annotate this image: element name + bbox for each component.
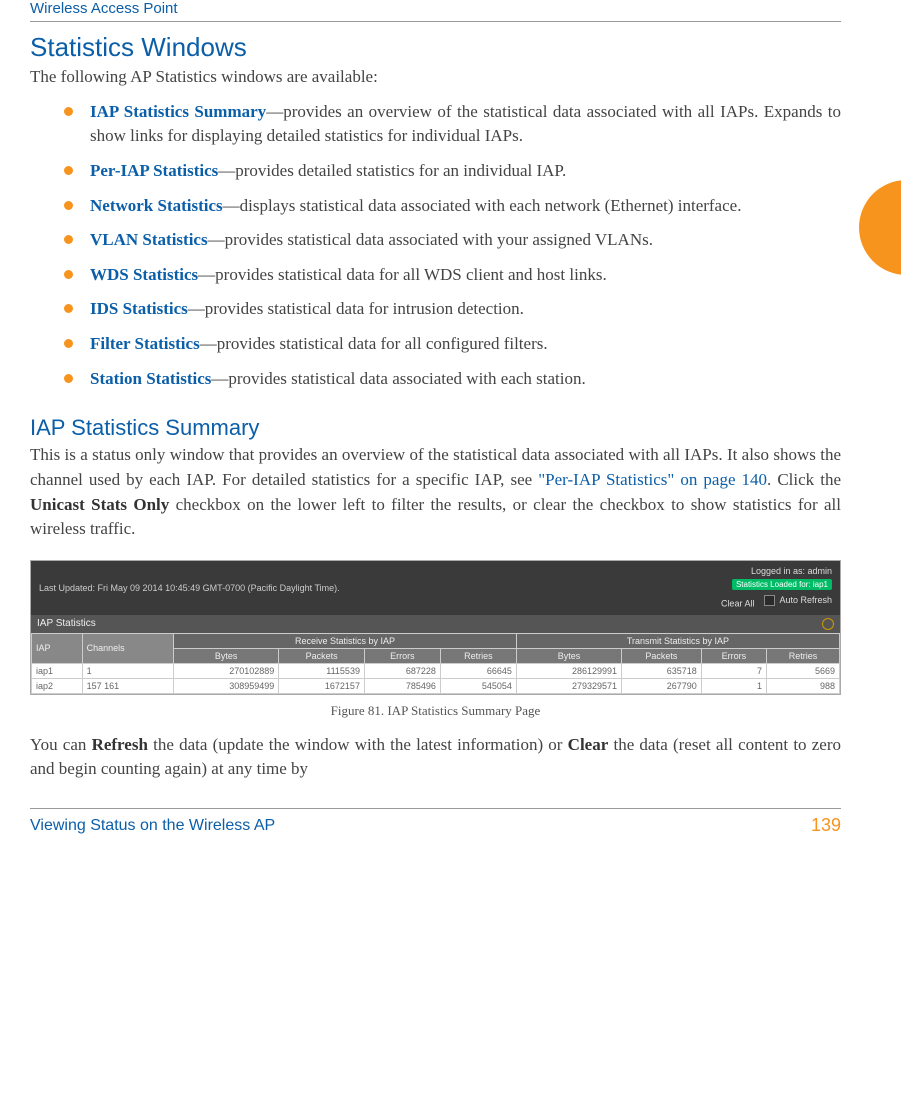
cell: 157 161 [82,678,173,693]
list-item: IDS Statistics—provides statistical data… [64,297,841,322]
col-channels: Channels [82,633,173,663]
para-text: . Click the [767,470,841,489]
cell: 267790 [622,678,702,693]
cell: 687228 [364,663,440,678]
bullet-rest: —provides statistical data associated wi… [211,369,585,388]
bullet-term: Filter Statistics [90,334,200,353]
cell: 1 [701,678,766,693]
cell: 308959499 [174,678,279,693]
cell: 66645 [440,663,516,678]
section-title: Statistics Windows [30,32,841,63]
cell: 279329571 [516,678,621,693]
bullet-term: Network Statistics [90,196,223,215]
closing-paragraph: You can Refresh the data (update the win… [30,733,841,782]
col-retries: Retries [766,648,839,663]
bullet-term: WDS Statistics [90,265,198,284]
col-packets: Packets [622,648,702,663]
list-item: VLAN Statistics—provides statistical dat… [64,228,841,253]
bullet-term: Per-IAP Statistics [90,161,218,180]
cell: 5669 [766,663,839,678]
clear-all-button[interactable]: Clear All [721,598,755,608]
cell: 270102889 [174,663,279,678]
bullet-rest: —provides detailed statistics for an ind… [218,161,566,180]
para-text: the data (update the window with the lat… [148,735,568,754]
para-text: You can [30,735,92,754]
cell: 785496 [364,678,440,693]
col-bytes: Bytes [174,648,279,663]
cell: iap1 [32,663,83,678]
cell: iap2 [32,678,83,693]
bullet-term: IAP Statistics Summary [90,102,266,121]
cell: 635718 [622,663,702,678]
bullet-rest: —provides statistical data for intrusion… [188,299,524,318]
col-group-tx: Transmit Statistics by IAP [516,633,839,648]
bold-term: Clear [568,735,609,754]
subsection-paragraph: This is a status only window that provid… [30,443,841,542]
cell: 7 [701,663,766,678]
stats-table: IAP Channels Receive Statistics by IAP T… [31,633,840,694]
panel-title: IAP Statistics [37,618,96,629]
col-errors: Errors [364,648,440,663]
list-item: WDS Statistics—provides statistical data… [64,263,841,288]
bullet-list: IAP Statistics Summary—provides an overv… [30,100,841,392]
page-footer: Viewing Status on the Wireless AP 139 [30,808,841,836]
col-bytes: Bytes [516,648,621,663]
cell: 1672157 [279,678,365,693]
logged-in-label: Logged in as: admin [721,565,832,579]
page-header: Wireless Access Point [30,0,841,22]
bold-term: Refresh [92,735,148,754]
bullet-rest: —provides statistical data associated wi… [208,230,653,249]
list-item: Station Statistics—provides statistical … [64,367,841,392]
bold-term: Unicast Stats Only [30,495,169,514]
list-item: Network Statistics—displays statistical … [64,194,841,219]
page-number: 139 [811,815,841,836]
bullet-rest: —displays statistical data associated wi… [223,196,742,215]
subsection-title: IAP Statistics Summary [30,415,841,441]
figure-screenshot: Last Updated: Fri May 09 2014 10:45:49 G… [30,560,841,695]
list-item: Per-IAP Statistics—provides detailed sta… [64,159,841,184]
side-tab-decoration [859,180,901,275]
cell: 286129991 [516,663,621,678]
col-retries: Retries [440,648,516,663]
bullet-rest: —provides statistical data for all WDS c… [198,265,607,284]
cross-ref-link[interactable]: "Per-IAP Statistics" on page 140 [538,470,767,489]
col-packets: Packets [279,648,365,663]
figure-caption: Figure 81. IAP Statistics Summary Page [30,703,841,719]
gear-icon[interactable] [822,618,834,630]
bullet-rest: —provides statistical data for all confi… [200,334,548,353]
col-errors: Errors [701,648,766,663]
col-group-rx: Receive Statistics by IAP [174,633,517,648]
auto-refresh-label: Auto Refresh [779,594,832,608]
footer-section-name: Viewing Status on the Wireless AP [30,817,275,835]
cell: 1115539 [279,663,365,678]
stats-loaded-badge: Statistics Loaded for: iap1 [732,579,832,590]
list-item: IAP Statistics Summary—provides an overv… [64,100,841,149]
bullet-term: Station Statistics [90,369,211,388]
cell: 545054 [440,678,516,693]
table-row: iap2 157 161 308959499 1672157 785496 54… [32,678,840,693]
auto-refresh-checkbox[interactable] [764,595,775,606]
cell: 988 [766,678,839,693]
last-updated-label: Last Updated: Fri May 09 2014 10:45:49 G… [39,583,340,593]
col-iap: IAP [32,633,83,663]
intro-text: The following AP Statistics windows are … [30,65,841,90]
cell: 1 [82,663,173,678]
list-item: Filter Statistics—provides statistical d… [64,332,841,357]
bullet-term: IDS Statistics [90,299,188,318]
bullet-term: VLAN Statistics [90,230,208,249]
table-row: iap1 1 270102889 1115539 687228 66645 28… [32,663,840,678]
